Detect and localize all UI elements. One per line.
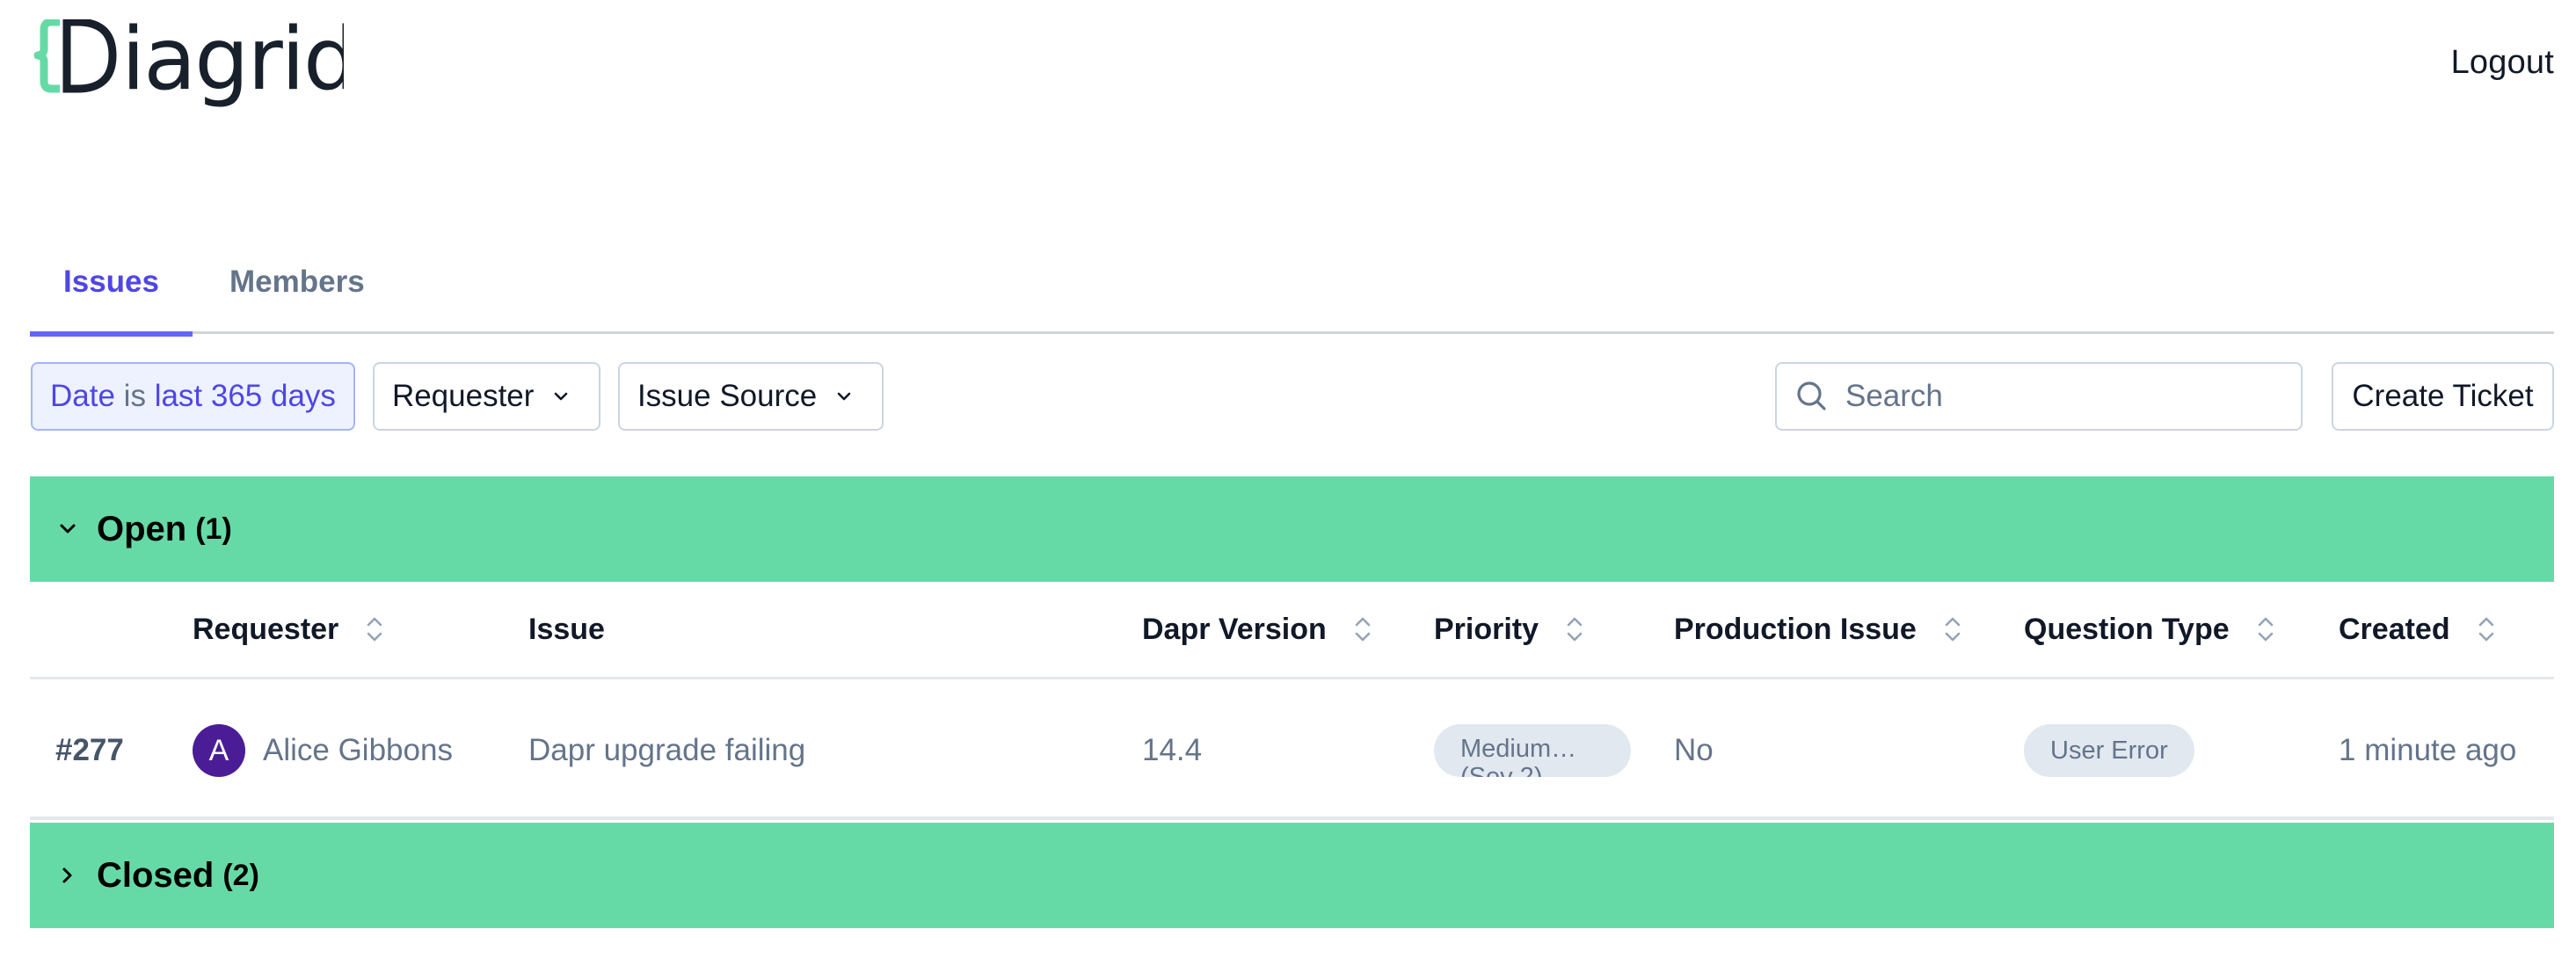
closed-section-header[interactable]: Closed (2)	[30, 823, 2554, 928]
chevron-down-icon	[55, 516, 81, 542]
tab-members[interactable]: Members	[193, 230, 400, 334]
issue-title[interactable]: Dapr upgrade failing	[528, 681, 805, 820]
column-label: Production Issue	[1674, 612, 1917, 646]
column-label: Question Type	[2024, 612, 2230, 646]
avatar: A	[193, 724, 245, 777]
column-header-priority[interactable]: Priority	[1434, 582, 1586, 677]
closed-section-count: (2)	[222, 858, 259, 892]
column-header-question-type[interactable]: Question Type	[2024, 582, 2277, 677]
production-issue: No	[1674, 733, 1714, 767]
column-label: Created	[2339, 612, 2450, 646]
search-input[interactable]	[1845, 379, 2285, 414]
open-section-header[interactable]: Open (1)	[30, 476, 2554, 582]
date-filter-operator: is	[123, 379, 146, 413]
priority-label: Medium…	[1460, 735, 1577, 763]
date-filter-value: last 365 days	[154, 379, 336, 413]
column-header-requester[interactable]: Requester	[193, 582, 386, 677]
requester-cell: A Alice Gibbons	[193, 681, 453, 820]
closed-section-title: Closed	[97, 855, 215, 895]
issue-source-filter-dropdown[interactable]: Issue Source	[617, 362, 884, 431]
priority-badge: Medium… (Sev 2)	[1434, 724, 1631, 777]
column-label: Priority	[1434, 612, 1539, 646]
question-type-cell: User Error	[2024, 681, 2194, 820]
tab-issues[interactable]: Issues	[30, 230, 193, 337]
column-label: Requester	[193, 612, 339, 646]
column-header-issue: Issue	[528, 582, 605, 677]
issue-id: #277	[55, 733, 124, 767]
sort-icon[interactable]	[1563, 612, 1586, 647]
filter-bar: Date is last 365 days Requester Issue So…	[31, 362, 884, 431]
priority-overflow: (Sev 2)	[1460, 763, 1543, 777]
dapr-version: 14.4	[1142, 733, 1203, 767]
column-header-dapr-version[interactable]: Dapr Version	[1142, 582, 1374, 677]
diagrid-logo-icon: iagrid	[33, 19, 344, 110]
created-time: 1 minute ago	[2339, 733, 2517, 767]
sort-icon[interactable]	[2254, 612, 2277, 647]
issues-page: iagrid Logout Issues Members Date is las…	[0, 0, 2576, 958]
tab-bar: Issues Members	[30, 230, 2554, 337]
column-header-production-issue[interactable]: Production Issue	[1674, 582, 1964, 677]
sort-icon[interactable]	[2475, 612, 2498, 647]
search-icon	[1794, 379, 1830, 414]
date-filter-chip[interactable]: Date is last 365 days	[31, 362, 355, 431]
sort-icon[interactable]	[363, 612, 386, 647]
priority-cell: Medium… (Sev 2)	[1434, 681, 1631, 820]
table-row[interactable]: #277 A Alice Gibbons Dapr upgrade failin…	[30, 681, 2554, 820]
open-section-count: (1)	[195, 512, 232, 546]
chevron-down-icon	[551, 387, 571, 406]
search-box[interactable]	[1775, 362, 2303, 431]
requester-filter-label: Requester	[391, 379, 535, 413]
chevron-right-icon	[55, 862, 81, 889]
question-type-badge: User Error	[2024, 724, 2194, 777]
requester-filter-dropdown[interactable]: Requester	[372, 362, 600, 431]
open-section-title: Open	[97, 509, 187, 548]
diagrid-logo[interactable]: iagrid	[32, 19, 344, 116]
create-ticket-button[interactable]: Create Ticket	[2332, 362, 2554, 431]
sort-icon[interactable]	[1351, 612, 1374, 647]
date-filter-field: Date	[50, 379, 115, 413]
issues-table-header: Requester Issue Dapr Version Priority Pr…	[30, 582, 2554, 679]
svg-text:iagrid: iagrid	[121, 19, 344, 110]
issue-source-filter-label: Issue Source	[637, 379, 818, 413]
requester-name: Alice Gibbons	[263, 733, 453, 767]
column-label: Issue	[528, 612, 605, 646]
column-label: Dapr Version	[1142, 612, 1327, 646]
sort-icon[interactable]	[1941, 612, 1964, 647]
chevron-down-icon	[834, 387, 854, 406]
logout-link[interactable]: Logout	[2451, 44, 2554, 82]
column-header-created[interactable]: Created	[2339, 582, 2498, 677]
